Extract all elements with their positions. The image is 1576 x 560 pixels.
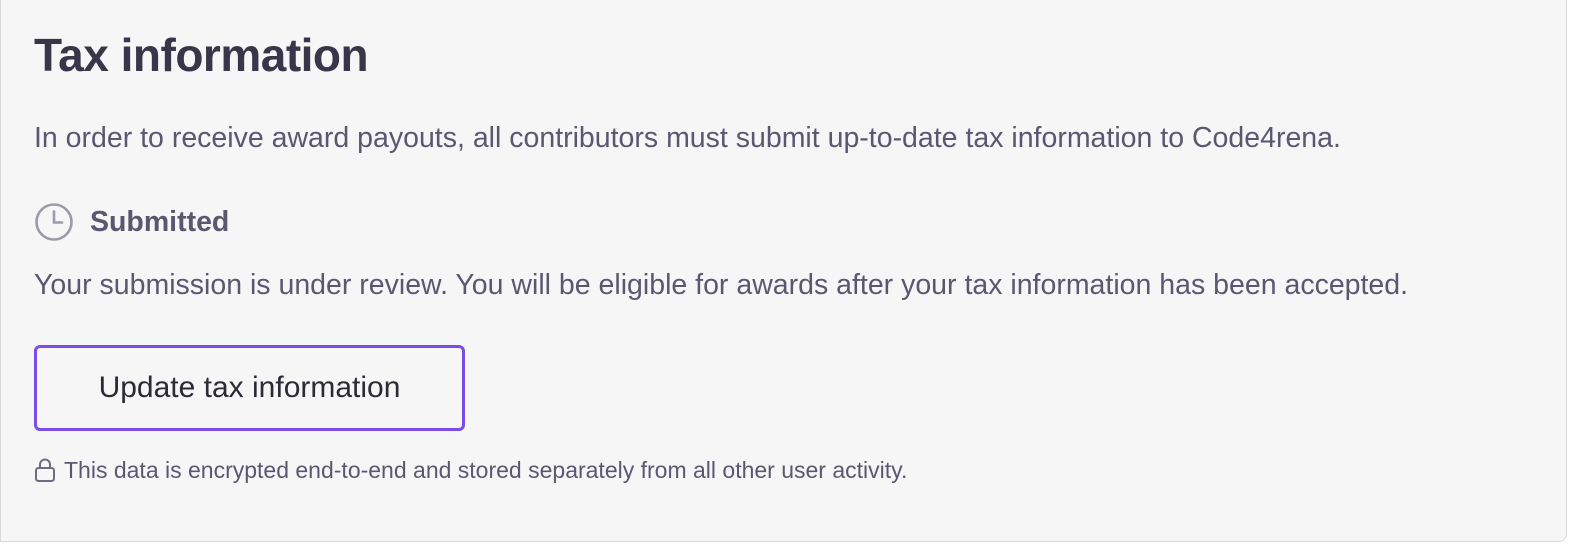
clock-icon [35, 203, 73, 241]
review-message: Your submission is under review. You wil… [34, 269, 1409, 301]
lock-icon [35, 458, 55, 482]
encryption-note: This data is encrypted end-to-end and st… [34, 455, 907, 485]
section-title: Tax information [34, 29, 369, 81]
update-tax-information-button[interactable]: Update tax information [34, 345, 465, 431]
encryption-note-text: This data is encrypted end-to-end and st… [64, 456, 908, 483]
submission-status: Submitted [34, 202, 229, 242]
status-label: Submitted [90, 206, 230, 238]
tax-information-card: Tax information In order to receive awar… [0, 0, 1567, 542]
intro-text: In order to receive award payouts, all c… [34, 122, 1341, 154]
